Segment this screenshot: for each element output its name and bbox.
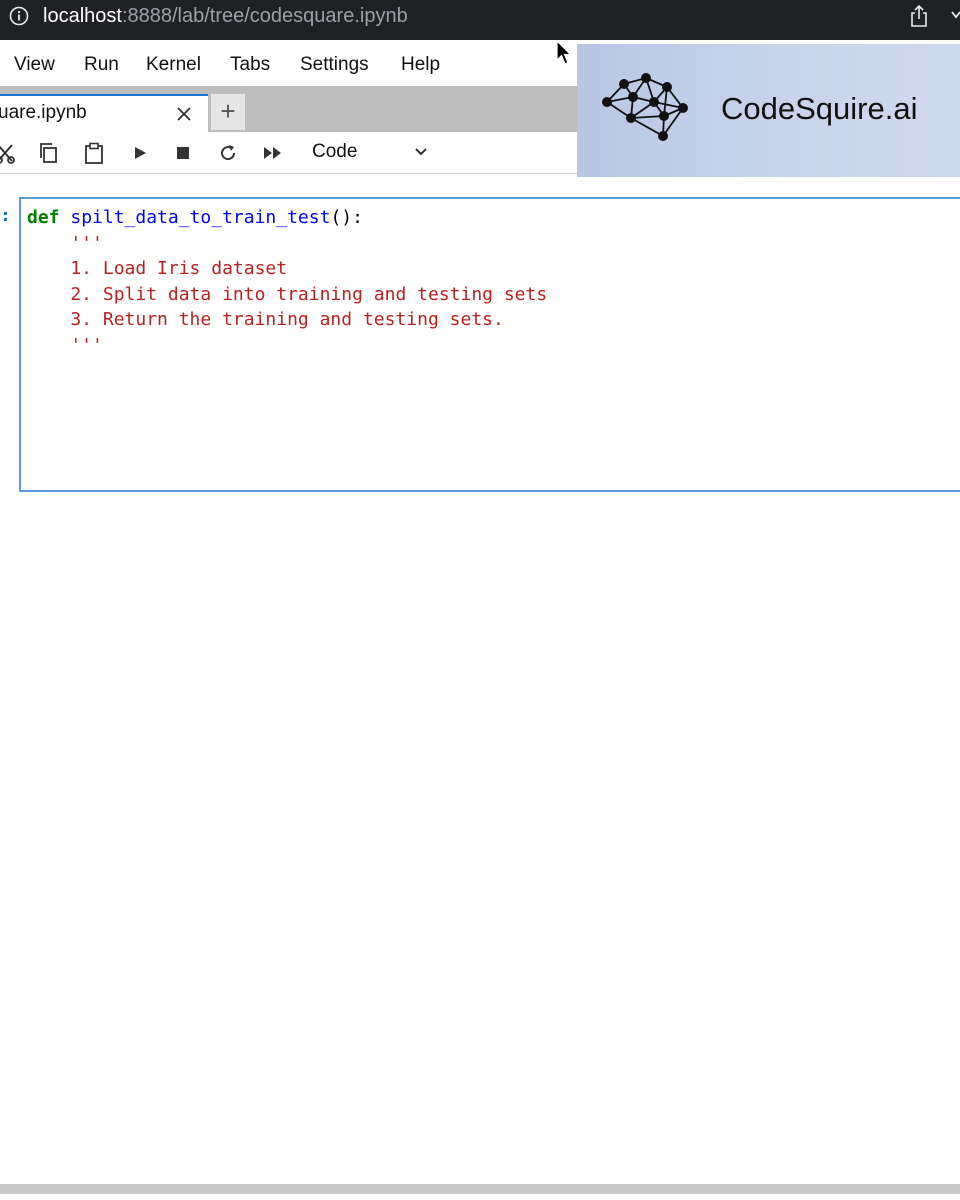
menu-run[interactable]: Run [84, 53, 119, 77]
menu-view[interactable]: View [14, 53, 55, 77]
cell-type-label: Code [312, 141, 358, 162]
address-field[interactable]: localhost:8888/lab/tree/codesquare.ipynb [43, 4, 408, 28]
chevron-down-icon [415, 148, 427, 156]
logo-text: CodeSquire.ai [721, 91, 918, 126]
cell-type-select[interactable]: Code [300, 138, 440, 168]
horizontal-scrollbar[interactable] [0, 1184, 960, 1194]
menu-settings[interactable]: Settings [300, 53, 369, 77]
docstring-open: ''' [27, 232, 103, 254]
docstring-line: 1. Load Iris dataset [27, 258, 288, 279]
run-icon[interactable] [129, 142, 151, 164]
share-icon[interactable] [908, 4, 930, 28]
function-name: spilt_data_to_train_test [70, 207, 331, 228]
tab-notebook[interactable]: uare.ipynb [0, 94, 208, 132]
keyword-def: def [27, 207, 60, 228]
brain-network-icon [602, 73, 688, 141]
tab-label: uare.ipynb [0, 102, 87, 123]
cursor-icon [556, 40, 572, 65]
signature-tail: (): [330, 207, 363, 228]
info-icon[interactable] [9, 6, 29, 26]
cut-icon[interactable] [0, 142, 16, 164]
code-editor[interactable]: def spilt_data_to_train_test(): ''' 1. L… [27, 205, 547, 358]
menu-tabs[interactable]: Tabs [230, 53, 270, 77]
browser-url-bar: localhost:8888/lab/tree/codesquare.ipynb [0, 0, 960, 40]
code-line: def spilt_data_to_train_test(): [27, 207, 363, 228]
chevron-down-icon[interactable] [950, 10, 960, 20]
cell-prompt: : [0, 205, 11, 226]
docstring-close: ''' [27, 334, 103, 356]
copy-icon[interactable] [38, 142, 60, 164]
menu-help[interactable]: Help [401, 53, 440, 77]
docstring-line: 2. Split data into training and testing … [27, 283, 548, 305]
close-icon[interactable] [176, 106, 192, 122]
menu-kernel[interactable]: Kernel [146, 53, 201, 77]
fast-forward-icon[interactable] [262, 142, 284, 164]
new-tab-button[interactable]: + [211, 94, 245, 130]
restart-icon[interactable] [217, 142, 239, 164]
url-host: localhost [43, 5, 122, 27]
paste-icon[interactable] [83, 142, 105, 164]
docstring-line: 3. Return the training and testing sets. [27, 309, 504, 330]
stop-icon[interactable] [172, 142, 194, 164]
code-cell[interactable]: def spilt_data_to_train_test(): ''' 1. L… [19, 197, 960, 492]
url-path: :8888/lab/tree/codesquare.ipynb [121, 5, 408, 27]
logo-banner: CodeSquire.ai [577, 44, 960, 177]
